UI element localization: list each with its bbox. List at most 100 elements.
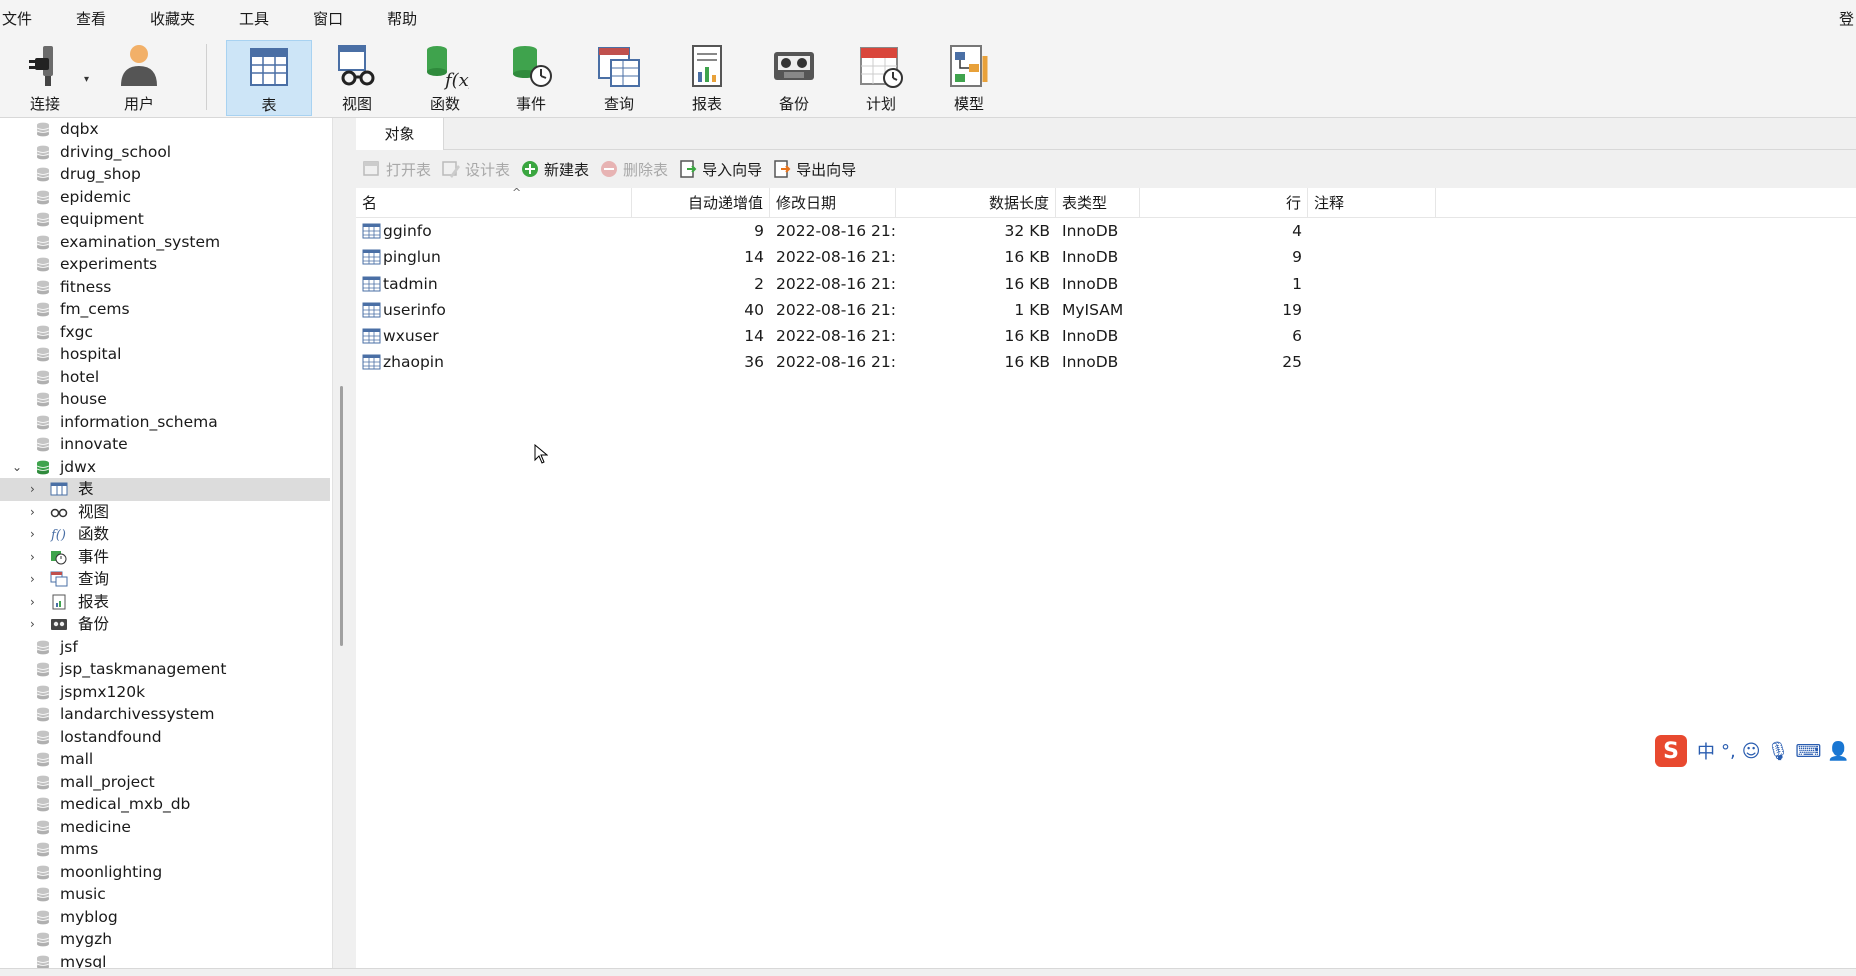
tree-object-group[interactable]: › 备份	[0, 613, 332, 636]
expand-arrow-icon[interactable]: ›	[30, 568, 35, 591]
table-row[interactable]: wxuser 14 2022-08-16 21:3... 16 KB InnoDB 6	[356, 323, 1856, 349]
keyboard-icon[interactable]: ⌨	[1795, 741, 1821, 762]
tree-database-item[interactable]: fitness	[0, 276, 332, 299]
collapse-arrow-icon[interactable]: ⌄	[12, 456, 22, 479]
tree-database-item[interactable]: examination_system	[0, 231, 332, 254]
toolbar-report-button[interactable]: 报表	[664, 40, 750, 116]
tree-database-item[interactable]: hotel	[0, 366, 332, 389]
tree-database-item[interactable]: jsf	[0, 636, 332, 659]
tree-database-item[interactable]: myblog	[0, 906, 332, 929]
open-table-button[interactable]: 打开表	[362, 159, 431, 180]
sidebar-splitter[interactable]	[332, 118, 356, 976]
toolbar-function-button[interactable]: f(x) 函数	[402, 40, 488, 116]
connect-dropdown-icon[interactable]: ▾	[84, 74, 89, 85]
tree-object-group[interactable]: › 事件	[0, 546, 332, 569]
menu-tools[interactable]: 工具	[213, 0, 287, 38]
tree-database-item[interactable]: moonlighting	[0, 861, 332, 884]
tree-database-item[interactable]: information_schema	[0, 411, 332, 434]
microphone-icon[interactable]: 🎙	[1767, 741, 1790, 762]
menu-window[interactable]: 窗口	[287, 0, 361, 38]
sidebar-scrollbar[interactable]	[340, 386, 343, 646]
tree-object-group[interactable]: › 报表	[0, 591, 332, 614]
tree-database-item[interactable]: mall	[0, 748, 332, 771]
new-table-button[interactable]: 新建表	[520, 159, 589, 180]
tree-database-item[interactable]: fm_cems	[0, 298, 332, 321]
tree-database-item[interactable]: hospital	[0, 343, 332, 366]
tree-database-item[interactable]: mygzh	[0, 928, 332, 951]
expand-arrow-icon[interactable]: ›	[30, 501, 35, 524]
toolbar-user-button[interactable]: 用户	[96, 40, 182, 116]
col-modified-date[interactable]: 修改日期	[770, 188, 896, 218]
tree-database-item[interactable]: dqbx	[0, 118, 332, 141]
tree-database-item[interactable]: driving_school	[0, 141, 332, 164]
ime-toolbar[interactable]: S 中 °, ☺ 🎙 ⌨ 👤	[1655, 733, 1856, 769]
toolbar-view-button[interactable]: 视图	[314, 40, 400, 116]
toolbar-schedule-button[interactable]: 计划	[838, 40, 924, 116]
table-row[interactable]: zhaopin 36 2022-08-16 21:3... 16 KB InnoDB 25	[356, 349, 1856, 375]
tree-database-item[interactable]: ⌄ jdwx	[0, 456, 332, 479]
expand-arrow-icon[interactable]: ›	[30, 478, 35, 501]
tree-database-item[interactable]: drug_shop	[0, 163, 332, 186]
expand-arrow-icon[interactable]: ›	[30, 613, 35, 636]
menu-view[interactable]: 查看	[50, 0, 124, 38]
tree-database-item[interactable]: mms	[0, 838, 332, 861]
tree-database-item[interactable]: jsp_taskmanagement	[0, 658, 332, 681]
col-engine[interactable]: 表类型	[1056, 188, 1140, 218]
table-row[interactable]: userinfo 40 2022-08-16 21:3... 1 KB MyISAM 19	[356, 297, 1856, 323]
tree-database-item[interactable]: landarchivessystem	[0, 703, 332, 726]
delete-table-button[interactable]: 删除表	[599, 159, 668, 180]
tree-database-item[interactable]: medical_mxb_db	[0, 793, 332, 816]
expand-arrow-icon[interactable]: ›	[30, 546, 35, 569]
tree-database-item[interactable]: equipment	[0, 208, 332, 231]
menu-login[interactable]: 登	[1839, 0, 1856, 38]
col-comment[interactable]: 注释	[1308, 188, 1436, 218]
col-name[interactable]: 名	[356, 188, 632, 218]
tree-object-group[interactable]: › 表	[0, 478, 330, 501]
table-icon	[362, 249, 381, 265]
ime-mode[interactable]: 中	[1697, 738, 1715, 764]
tree-database-item[interactable]: jspmx120k	[0, 681, 332, 704]
tree-object-group[interactable]: › 视图	[0, 501, 332, 524]
import-wizard-button[interactable]: 导入向导	[678, 159, 762, 180]
tree-database-item[interactable]: experiments	[0, 253, 332, 276]
tree-database-item[interactable]: house	[0, 388, 332, 411]
col-auto-increment[interactable]: 自动递增值	[632, 188, 770, 218]
table-list[interactable]: 名 ^ 自动递增值 修改日期 数据长度 表类型 行 注释 gginfo 9 2022…	[356, 186, 1856, 376]
export-wizard-button[interactable]: 导出向导	[772, 159, 856, 180]
emoji-icon[interactable]: ☺	[1742, 741, 1761, 762]
cell-modified-date: 2022-08-16 21:3...	[776, 300, 896, 319]
tree-database-item[interactable]: music	[0, 883, 332, 906]
tree-database-item[interactable]: mall_project	[0, 771, 332, 794]
tree-object-group[interactable]: › f() 函数	[0, 523, 332, 546]
expand-arrow-icon[interactable]: ›	[30, 523, 35, 546]
tree-database-item[interactable]: epidemic	[0, 186, 332, 209]
ime-logo[interactable]: S	[1655, 735, 1687, 767]
expand-arrow-icon[interactable]: ›	[30, 591, 35, 614]
table-row[interactable]: gginfo 9 2022-08-16 21:3... 32 KB InnoDB 4	[356, 218, 1856, 244]
toolbar-model-button[interactable]: 模型	[926, 40, 1012, 116]
cell-engine: InnoDB	[1062, 222, 1119, 240]
menu-file[interactable]: 文件	[0, 0, 50, 38]
tree-object-group-label: 事件	[78, 547, 110, 566]
toolbar-table-button[interactable]: 表	[226, 40, 312, 116]
toolbar-connect-button[interactable]: 连接	[2, 40, 88, 116]
connection-tree[interactable]: dqbx driving_school drug_shop epidemic equip…	[0, 118, 332, 976]
design-table-button[interactable]: 设计表	[441, 159, 510, 180]
col-rows[interactable]: 行	[1140, 188, 1308, 218]
col-data-length[interactable]: 数据长度	[896, 188, 1056, 218]
table-row[interactable]: tadmin 2 2022-08-16 21:3... 16 KB InnoDB 1	[356, 271, 1856, 297]
tree-object-group[interactable]: › 查询	[0, 568, 332, 591]
menu-help[interactable]: 帮助	[361, 0, 435, 38]
ime-punctuation[interactable]: °,	[1721, 741, 1736, 762]
toolbar-backup-button[interactable]: 备份	[751, 40, 837, 116]
tab-objects[interactable]: 对象	[356, 118, 444, 151]
tree-database-item[interactable]: medicine	[0, 816, 332, 839]
tree-database-item[interactable]: lostandfound	[0, 726, 332, 749]
table-row[interactable]: pinglun 14 2022-08-16 21:3... 16 KB InnoDB 9	[356, 244, 1856, 270]
toolbar-query-button[interactable]: 查询	[576, 40, 662, 116]
user-settings-icon[interactable]: 👤	[1827, 741, 1849, 762]
tree-database-item[interactable]: innovate	[0, 433, 332, 456]
menu-favorites[interactable]: 收藏夹	[124, 0, 213, 38]
toolbar-event-button[interactable]: 事件	[488, 40, 574, 116]
tree-database-item[interactable]: fxgc	[0, 321, 332, 344]
